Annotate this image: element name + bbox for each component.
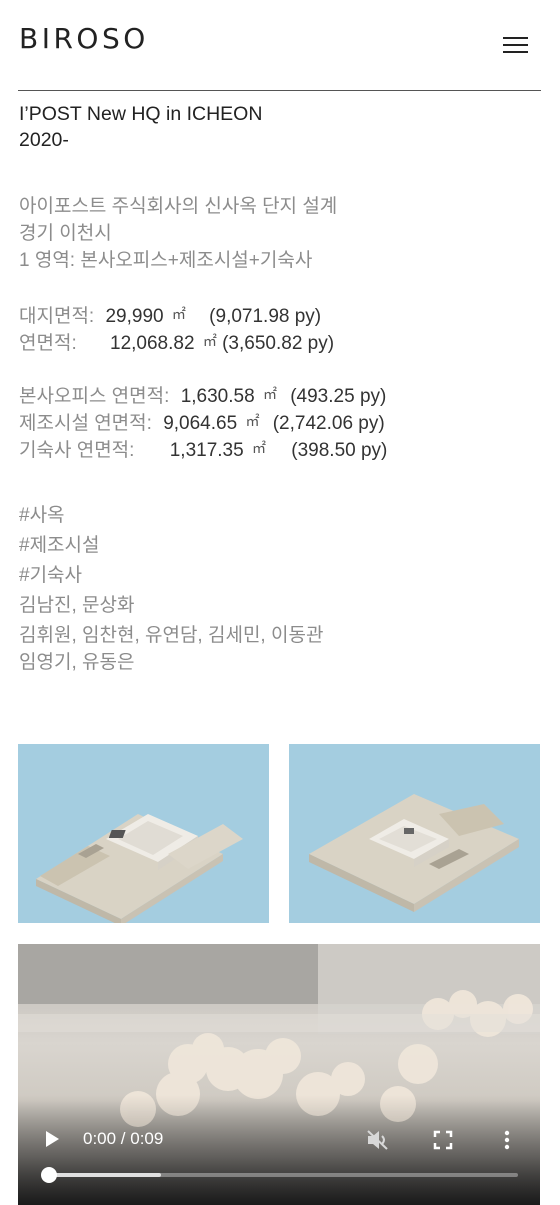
credits-team: 임영기, 유동은 xyxy=(19,652,135,673)
tag-link[interactable]: #제조시설 xyxy=(19,533,100,559)
project-location: 경기 이천시 xyxy=(19,223,112,244)
video-progress-bar[interactable] xyxy=(41,1167,518,1183)
dorm-area-row: 기숙사 연면적: 1,317.35 ㎡ (398.50 py) xyxy=(19,435,387,464)
factory-area-label: 제조시설 연면적: xyxy=(19,413,152,434)
header-divider xyxy=(18,90,541,91)
gallery-thumbnail-model-1[interactable] xyxy=(18,744,269,923)
factory-area-row: 제조시설 연면적: 9,064.65 ㎡ (2,742.06 py) xyxy=(19,408,385,437)
office-area-unit: ㎡ xyxy=(262,386,277,402)
office-area-label: 본사오피스 연면적: xyxy=(19,386,170,407)
gross-area-py: (3,650.82 py) xyxy=(222,333,335,354)
site-area-value: 29,990 xyxy=(105,306,164,327)
dorm-area-unit: ㎡ xyxy=(251,440,266,456)
hamburger-menu-icon[interactable] xyxy=(503,34,529,56)
site-area-label: 대지면적: xyxy=(19,306,95,327)
project-description-line: 아이포스트 주식회사의 신사옥 단지 설계 xyxy=(19,196,338,217)
dorm-area-value: 1,317.35 xyxy=(169,440,244,461)
site-logo[interactable]: BIROSO xyxy=(19,22,149,55)
gross-area-value: 12,068.82 xyxy=(110,333,195,354)
office-area-py: (493.25 py) xyxy=(290,386,387,407)
play-icon[interactable] xyxy=(44,1130,60,1148)
video-progress-knob[interactable] xyxy=(41,1167,57,1183)
factory-area-value: 9,064.65 xyxy=(163,413,238,434)
architectural-model-image xyxy=(309,794,519,912)
gallery-thumbnail-model-2[interactable] xyxy=(289,744,540,923)
site-area-unit: ㎡ xyxy=(171,306,186,322)
office-area-row: 본사오피스 연면적: 1,630.58 ㎡ (493.25 py) xyxy=(19,381,386,410)
factory-area-py: (2,742.06 py) xyxy=(272,413,385,434)
office-area-value: 1,630.58 xyxy=(180,386,255,407)
more-options-icon[interactable] xyxy=(503,1130,511,1150)
site-area-py: (9,071.98 py) xyxy=(209,306,322,327)
gross-area-label: 연면적: xyxy=(19,333,77,354)
gross-area-row: 연면적: 12,068.82 ㎡ (3,650.82 py) xyxy=(19,328,334,357)
project-year: 2020- xyxy=(19,129,69,151)
project-program: 1 영역: 본사오피스+제조시설+기숙사 xyxy=(19,250,313,271)
video-buffered-bar xyxy=(48,1173,161,1177)
gross-area-unit: ㎡ xyxy=(202,333,217,349)
credits-principals: 김남진, 문상화 xyxy=(19,595,135,616)
video-controls-shade xyxy=(18,1095,540,1205)
site-area-row: 대지면적: 29,990 ㎡ (9,071.98 py) xyxy=(19,301,321,330)
fullscreen-icon[interactable] xyxy=(433,1130,453,1150)
site-header: BIROSO xyxy=(0,0,560,90)
factory-area-unit: ㎡ xyxy=(245,413,260,429)
muted-volume-icon[interactable] xyxy=(366,1129,390,1151)
dorm-area-label: 기숙사 연면적: xyxy=(19,440,135,461)
project-title: I’POST New HQ in ICHEON xyxy=(19,103,263,125)
tag-link[interactable]: #기숙사 xyxy=(19,563,82,589)
architectural-model-image xyxy=(36,814,243,923)
credits-team: 김휘원, 임찬현, 유연담, 김세민, 이동관 xyxy=(19,625,324,646)
tag-link[interactable]: #사옥 xyxy=(19,503,65,529)
dorm-area-py: (398.50 py) xyxy=(291,440,388,461)
video-time-display: 0:00 / 0:09 xyxy=(83,1129,164,1148)
video-player[interactable]: 0:00 / 0:09 xyxy=(18,944,540,1205)
